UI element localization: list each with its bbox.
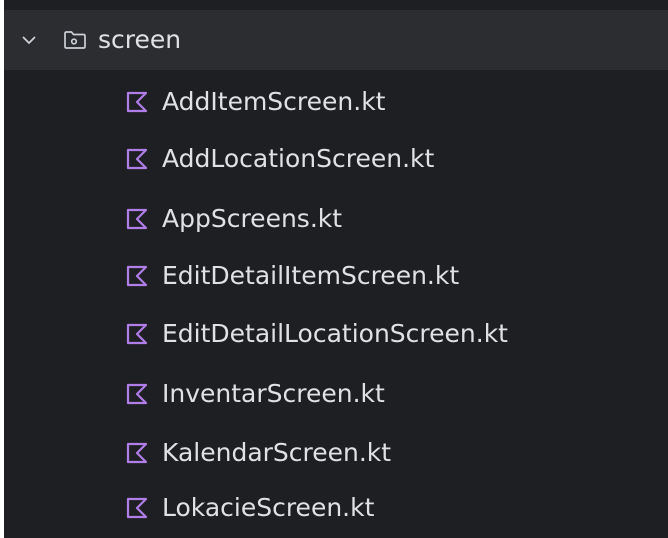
tree-file-item[interactable]: AppScreens.kt (4, 189, 668, 249)
folder-label: screen (98, 25, 182, 54)
project-tree: screen AddItemScreen.kt AddLocationScree… (4, 0, 668, 538)
file-label: AddLocationScreen.kt (162, 144, 435, 173)
kotlin-file-icon (124, 89, 150, 115)
tree-file-item[interactable]: AddLocationScreen.kt (4, 129, 668, 189)
file-label: EditDetailLocationScreen.kt (162, 319, 508, 348)
kotlin-file-icon (124, 263, 150, 289)
tree-file-item[interactable]: InventarScreen.kt (4, 364, 668, 424)
tree-file-item[interactable]: LokacieScreen.kt (4, 478, 668, 538)
folder-icon (62, 29, 88, 51)
file-label: LokacieScreen.kt (162, 493, 375, 522)
kotlin-file-icon (124, 381, 150, 407)
kotlin-file-icon (124, 146, 150, 172)
file-label: EditDetailItemScreen.kt (162, 261, 460, 290)
tree-file-item[interactable]: AddItemScreen.kt (4, 72, 668, 132)
chevron-down-icon[interactable] (18, 29, 40, 51)
file-label: InventarScreen.kt (162, 379, 385, 408)
kotlin-file-icon (124, 440, 150, 466)
file-label: AddItemScreen.kt (162, 87, 386, 116)
tree-file-item[interactable]: EditDetailItemScreen.kt (4, 246, 668, 306)
tree-file-item[interactable]: KalendarScreen.kt (4, 423, 668, 483)
kotlin-file-icon (124, 321, 150, 347)
file-label: KalendarScreen.kt (162, 438, 392, 467)
tree-file-item[interactable]: EditDetailLocationScreen.kt (4, 304, 668, 364)
kotlin-file-icon (124, 495, 150, 521)
tree-folder-screen[interactable]: screen (4, 10, 668, 70)
kotlin-file-icon (124, 206, 150, 232)
file-label: AppScreens.kt (162, 204, 343, 233)
